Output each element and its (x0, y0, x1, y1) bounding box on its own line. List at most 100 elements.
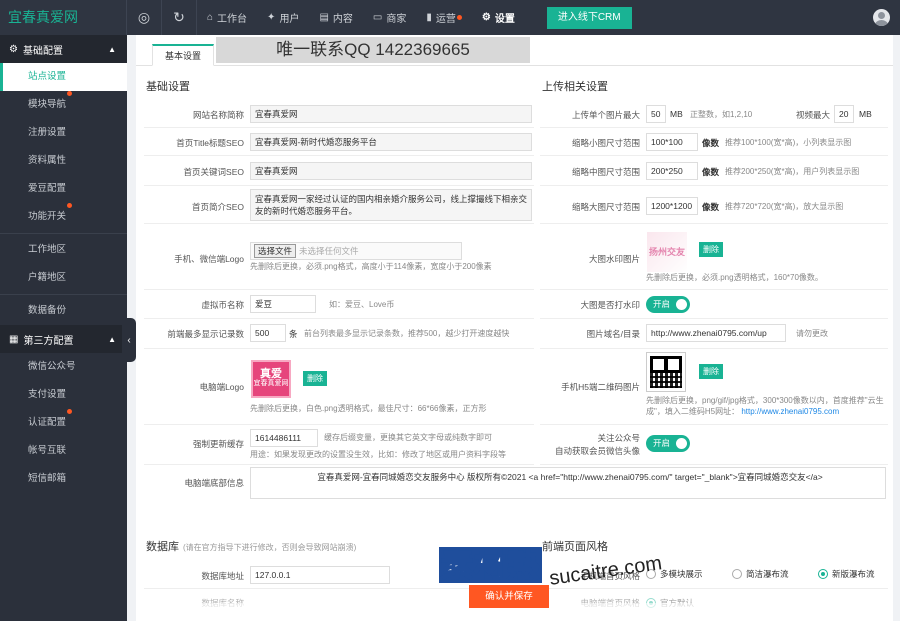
pc-logo-text: 真爱 (260, 368, 282, 380)
sidebar-item-label: 功能开关 (28, 211, 67, 222)
thumb-large-hint: 推荐720*720(宽*高)，放大显示图 (725, 202, 844, 211)
sidebar-item-label: 模块导航 (28, 99, 67, 110)
thumb-medium-input[interactable]: 200*250 (646, 162, 698, 180)
max-size-input[interactable]: 50 (646, 105, 666, 123)
home-title-label: 首页Title标题SEO (176, 138, 244, 148)
tab-basic-settings[interactable]: 基本设置 (152, 44, 214, 66)
watermark-chars: 素材熱 (439, 546, 543, 584)
sidebar-item-label: 资料属性 (28, 155, 67, 166)
sidebar-item[interactable]: 微信公众号 (0, 353, 127, 381)
save-button[interactable]: 确认并保存 (469, 585, 549, 608)
thumb-small-unit: 像数 (702, 138, 720, 148)
grid-icon: ▦ (9, 333, 19, 345)
sidebar-item-label: 帐号互联 (28, 445, 67, 456)
thumb-small-label: 缩略小图尺寸范围 (571, 138, 640, 148)
mobile-logo-file-input[interactable]: 选择文件 未选择任何文件 (250, 242, 462, 260)
image-domain-input[interactable]: http://www.zhenai0795.com/up (646, 324, 786, 342)
radio-new-waterfall[interactable]: 新版瀑布流 (818, 568, 875, 580)
nav-shop[interactable]: ▭ 商家 (363, 0, 416, 35)
db-host-label: 数据库地址 (201, 571, 244, 581)
thumb-medium-label: 缩略中图尺寸范围 (571, 167, 640, 177)
video-max-input[interactable]: 20 (834, 105, 854, 123)
nav-gear[interactable]: ⚙ 设置 (472, 0, 525, 35)
mp-label-auto-avatar: 自动获取会员微信头像 (554, 446, 640, 456)
sidebar-item[interactable]: 工作地区 (0, 236, 127, 264)
max-size-unit: MB (670, 109, 683, 119)
pc-logo-delete-button[interactable]: 删除 (303, 371, 327, 386)
front-max-hint: 前台列表最多显示记录条数，推荐500，越少打开速度越快 (304, 329, 510, 338)
cache-hint-usage: 用途：如果发现更改的设置没生效，比如：修改了地区或用户资料字段等 (250, 450, 506, 459)
footer-textarea[interactable]: 宜春真爱网-宜春同城婚恋交友服务中心 版权所有©2021 <a href="ht… (250, 467, 886, 499)
nav-content[interactable]: ▤ 内容 (309, 0, 362, 35)
sidebar-item[interactable]: 模块导航 (0, 91, 127, 119)
avatar[interactable] (873, 9, 890, 26)
intro-textarea[interactable]: 宜春真爱网一家经过认证的国内相亲婚介服务公司，线上撑撮线下相亲交友的新时代婚恋服… (250, 189, 532, 221)
sidebar-collapse-button[interactable]: ‹ (122, 318, 136, 362)
nav-label: 用户 (279, 14, 300, 25)
sidebar-item[interactable]: 资料属性 (0, 147, 127, 175)
choose-file-button[interactable]: 选择文件 (254, 244, 297, 258)
video-max-unit: MB (859, 109, 872, 119)
thumb-small-hint: 推荐100*100(宽*高)，小列表显示图 (725, 138, 852, 147)
sidebar-item[interactable]: 站点设置 (0, 63, 127, 91)
site-name-input[interactable]: 宜春真爱网 (250, 105, 532, 123)
sidebar-item[interactable]: 认证配置 (0, 409, 127, 437)
notification-dot (456, 15, 462, 20)
sidebar-item[interactable]: 帐号互联 (0, 437, 127, 465)
nav-label: 工作台 (217, 14, 248, 25)
watermark-hint: 先删除后更换，必须.png透明格式，160*70像数。 (646, 273, 823, 282)
nav-user[interactable]: ✦ 用户 (257, 0, 309, 35)
sidebar-item[interactable]: 注册设置 (0, 119, 127, 147)
watermark-logo: 素材熱 sucaitre.com (439, 540, 663, 590)
watermark-image: 扬州交友 (647, 232, 687, 272)
thumb-large-unit: 像数 (702, 202, 720, 212)
site-name-label: 网站名称简称 (192, 110, 244, 120)
chevron-left-icon: ‹ (127, 334, 131, 346)
top-nav: ⌂ 工作台 ✦ 用户 ▤ 内容 ▭ 商家 ▮ 运营 ⚙ 设置 (196, 0, 525, 35)
globe-icon[interactable]: ◎ (126, 0, 161, 35)
mp-avatar-toggle[interactable]: 开启 (646, 435, 690, 452)
sidebar: ⚙ 基础配置 ▲ 站点设置模块导航注册设置资料属性爱豆配置功能开关 工作地区 户籍… (0, 35, 127, 621)
watermark-toggle[interactable]: 开启 (646, 296, 690, 313)
user-icon: ✦ (267, 12, 276, 23)
nav-label: 运营 (435, 14, 456, 25)
sidebar-item[interactable]: 数据备份 (0, 297, 127, 325)
sidebar-list-region: 工作地区 户籍地区 (0, 236, 127, 292)
front-max-unit: 条 (289, 329, 298, 339)
mobile-logo-hint: 先删除后更换，必须.png格式，高度小于114像素，宽度小于200像素 (250, 262, 492, 271)
shop-icon: ▭ (372, 12, 383, 23)
thumb-medium-unit: 像数 (702, 167, 720, 177)
pc-logo-hint: 先删除后更换，白色.png透明格式，最佳尺寸：66*66像素，正方形 (250, 404, 487, 413)
cache-input[interactable]: 1614486111 (250, 429, 318, 447)
currency-input[interactable]: 爱豆 (250, 295, 316, 313)
h5-qr-delete-button[interactable]: 删除 (699, 364, 723, 379)
h5-qr-image (646, 352, 686, 392)
sidebar-group-title: 基础配置 (22, 45, 63, 57)
sidebar-item[interactable]: 爱豆配置 (0, 175, 127, 203)
thumb-large-input[interactable]: 1200*1200 (646, 197, 698, 215)
sidebar-group-basic[interactable]: ⚙ 基础配置 ▲ (0, 35, 127, 63)
front-max-input[interactable]: 500 (250, 324, 286, 342)
db-host-input[interactable]: 127.0.0.1 (250, 566, 390, 584)
sidebar-item[interactable]: 户籍地区 (0, 264, 127, 292)
thumb-small-input[interactable]: 100*100 (646, 133, 698, 151)
nav-bar-chart[interactable]: ▮ 运营 (416, 0, 472, 35)
section-title-upload: 上传相关设置 (542, 81, 608, 93)
refresh-icon[interactable]: ↻ (161, 0, 196, 35)
watermark-delete-button[interactable]: 删除 (699, 242, 723, 257)
keywords-input[interactable]: 宜春真爱网 (250, 162, 532, 180)
radio-simple-waterfall[interactable]: 简洁瀑布流 (732, 568, 789, 580)
gear-icon: ⚙ (481, 12, 491, 23)
content-icon: ▤ (319, 12, 329, 23)
home-title-input[interactable]: 宜春真爱网-新时代婚恋服务平台 (250, 133, 532, 151)
contact-banner: 唯一联系QQ 1422369665 (216, 37, 530, 63)
crm-button[interactable]: 进入线下CRM (546, 6, 632, 29)
nav-home[interactable]: ⌂ 工作台 (197, 0, 257, 35)
sidebar-item[interactable]: 支付设置 (0, 381, 127, 409)
sidebar-group-third-party[interactable]: ▦ 第三方配置 ▲ (0, 325, 127, 353)
h5-qr-link[interactable]: http://www.zhenai0795.com (741, 407, 839, 416)
front-max-label: 前端最多显示记录数 (167, 329, 244, 339)
sidebar-item[interactable]: 短信邮箱 (0, 465, 127, 493)
sidebar-item[interactable]: 功能开关 (0, 203, 127, 231)
app-logo: 宜春真爱网 (8, 9, 78, 25)
